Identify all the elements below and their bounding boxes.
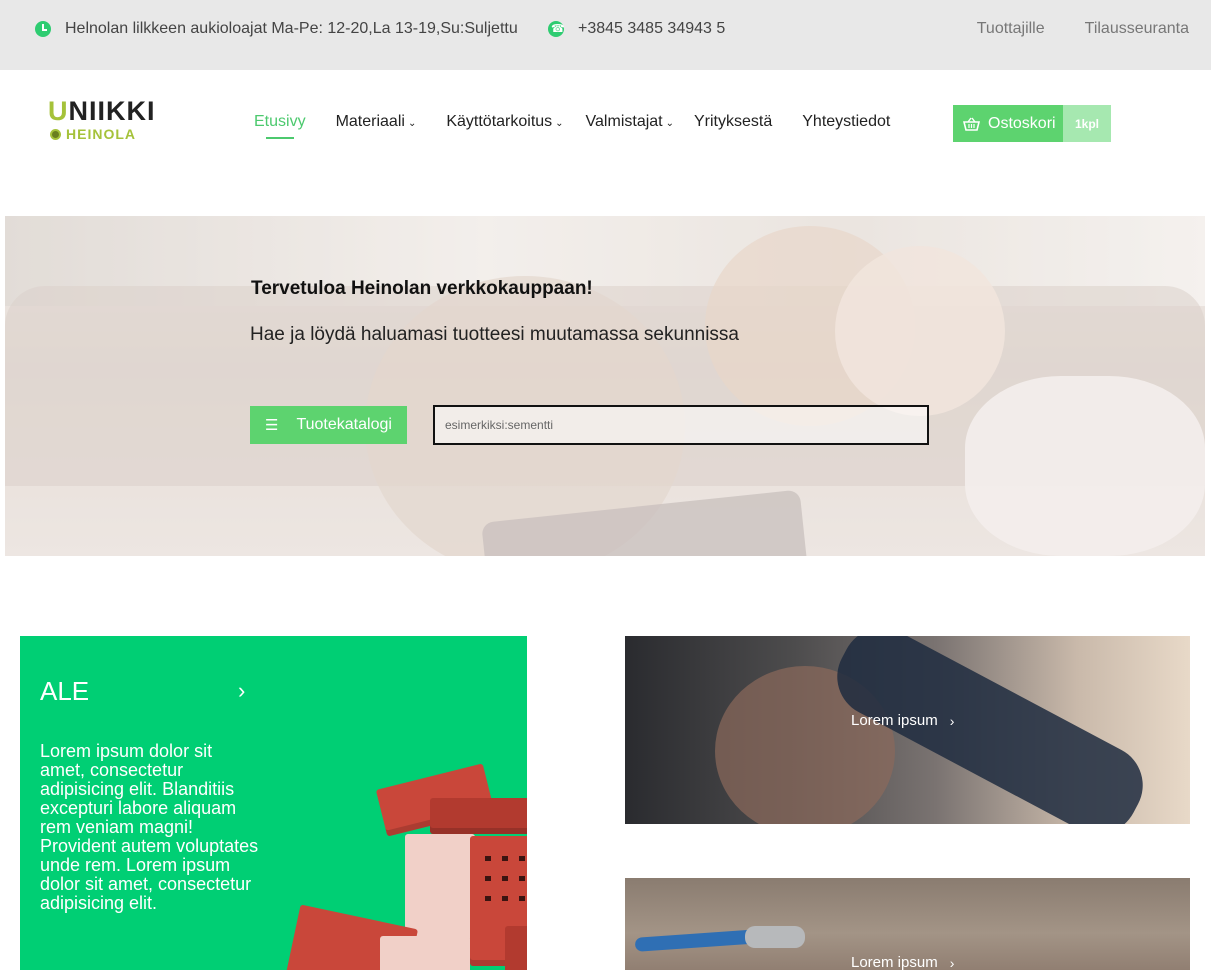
product-catalog-label: Tuotekatalogi [296,416,392,433]
top-links: Tuottajille Tilausseuranta [977,20,1189,38]
cart-label: Ostoskori [988,114,1056,132]
clock-icon [35,21,51,37]
chevron-down-icon: ⌄ [407,118,417,129]
chevron-right-icon: › [949,954,955,970]
nav-item-materiaali[interactable]: Materiaali ⌄ [336,113,417,131]
logo-subtitle: HEINOLA [66,126,136,142]
top-info-bar: Helnolan lilkkeen aukioloajat Ma-Pe: 12-… [0,0,1211,70]
site-header: UNIIKKI HEINOLA Etusivy Materiaali ⌄ Käyt… [0,70,1211,180]
hero-subtitle: Hae ja löydä haluamasi tuotteesi muutama… [250,324,739,345]
chevron-right-icon: › [949,712,955,729]
hero-overlay [5,216,1205,556]
basket-icon [963,117,980,131]
tile-pliers-head-shape [745,926,805,948]
menu-icon: ☰ [265,417,279,434]
opening-hours-text: Helnolan lilkkeen aukioloajat Ma-Pe: 12-… [65,20,518,37]
phone-number[interactable]: +3845 3485 34943 5 [578,20,725,38]
link-tilausseuranta[interactable]: Tilausseuranta [1085,20,1189,38]
hero-title: Tervetuloa Heinolan verkkokauppaan! [251,278,593,299]
sale-title: ALE [40,676,90,706]
sale-promo[interactable]: ALE › Lorem ipsum dolor sit amet, consec… [20,636,527,970]
bricks-image [270,746,527,970]
nav-item-yrityksesta[interactable]: Yrityksestä [694,113,772,131]
nav-item-yhteystiedot[interactable]: Yhteystiedot [802,113,890,131]
tile-label[interactable]: Lorem ipsum › [851,954,954,970]
nav-item-valmistajat[interactable]: Valmistajat ⌄ [586,113,674,131]
chevron-right-icon[interactable]: › [238,678,245,704]
tile-label[interactable]: Lorem ipsum › [851,712,954,729]
opening-hours: Helnolan lilkkeen aukioloajat Ma-Pe: 12-… [35,20,518,38]
phone-icon [548,21,565,37]
cart-main[interactable]: Ostoskori [953,105,1063,142]
chevron-down-icon: ⌄ [555,118,564,129]
link-tuottajille[interactable]: Tuottajille [977,20,1045,38]
nav-item-etusivy[interactable]: Etusivy [254,113,306,139]
category-tile-tools[interactable]: Lorem ipsum › [625,636,1190,824]
category-tile-hand-tools[interactable]: Lorem ipsum › [625,878,1190,970]
sale-description: Lorem ipsum dolor sit amet, consectetur … [40,741,259,913]
main-nav: Etusivy Materiaali ⌄ Käyttötarkoitus ⌄ Val… [254,113,920,139]
hero-banner: Tervetuloa Heinolan verkkokauppaan! Hae … [5,216,1205,556]
product-catalog-button[interactable]: ☰ Tuotekatalogi [250,406,407,444]
search-input[interactable] [433,405,929,445]
nav-item-kayttotarkoitus[interactable]: Käyttötarkoitus ⌄ [446,113,563,131]
cart-button[interactable]: Ostoskori 1kpl [953,105,1111,142]
tile-label-text: Lorem ipsum [851,712,938,729]
phone-contact: +3845 3485 34943 5 [548,20,725,38]
chevron-down-icon: ⌄ [665,118,674,129]
logo-wordmark: UNIIKKI [48,96,156,126]
cart-count-badge: 1kpl [1063,105,1111,142]
logo-dot-icon [50,129,61,140]
tile-label-text: Lorem ipsum [851,954,938,970]
site-logo[interactable]: UNIIKKI HEINOLA [48,96,158,146]
